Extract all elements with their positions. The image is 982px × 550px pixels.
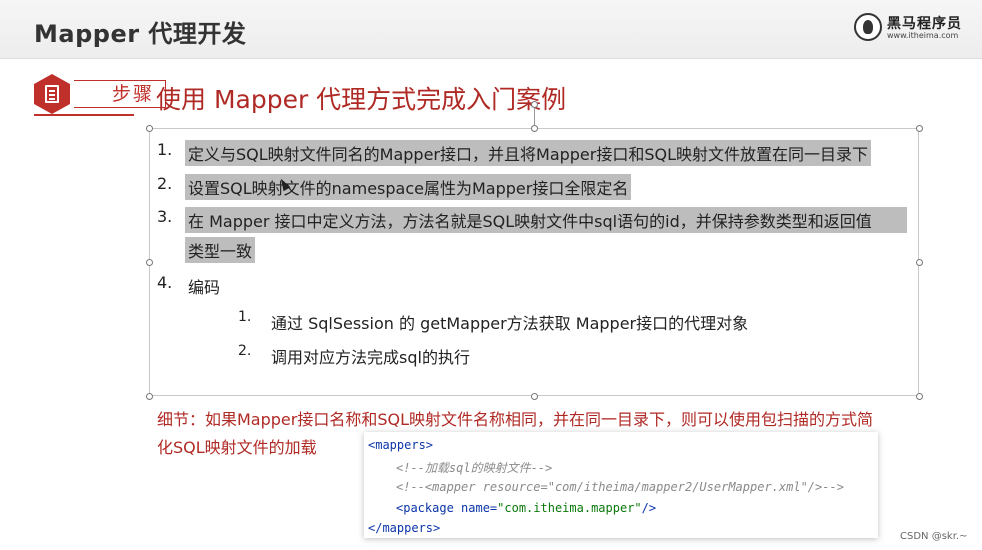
xml-attr: name= (453, 501, 498, 515)
resize-handle-bottom-left[interactable] (146, 393, 153, 400)
list-item-text: 编码 (188, 278, 221, 297)
sub-list-item-number: 1. (238, 309, 252, 325)
list-item-text: 定义与SQL映射文件同名的Mapper接口，并且将Mapper接口和SQL映射文… (185, 140, 872, 166)
text-box-selection[interactable] (149, 128, 919, 396)
resize-handle-right[interactable] (916, 259, 923, 266)
list-item-number: 1. (157, 140, 173, 159)
itheima-logo: 黑马程序员 www.itheima.com (854, 12, 964, 46)
sub-list-item-number: 2. (238, 343, 252, 359)
sub-list-item-text: 调用对应方法完成sql的执行 (271, 348, 470, 367)
resize-handle-left[interactable] (146, 259, 153, 266)
main-heading: 使用 Mapper 代理方式完成入门案例 (156, 85, 567, 114)
badge-underline (34, 114, 134, 116)
watermark: CSDN @skr.~ (900, 531, 968, 542)
step-badge: 步骤 (34, 74, 166, 114)
badge-hex (34, 74, 70, 114)
list-item-text: 类型一致 (185, 237, 256, 263)
logo-name: 黑马程序员 (887, 16, 962, 32)
code-line-close-tag: </mappers> (368, 521, 441, 535)
list-item-number: 2. (157, 174, 173, 193)
page-title: Mapper 代理开发 (34, 20, 247, 48)
logo-mark-icon (854, 13, 882, 41)
step-badge-label: 步骤 (74, 80, 166, 108)
document-icon (45, 85, 59, 103)
code-snippet: <mappers> <!--加载sql的映射文件--> <!--<mapper … (364, 432, 878, 538)
code-line-commented-mapper: <!--<mapper resource="com/itheima/mapper… (396, 480, 844, 494)
xml-string: "com.itheima.mapper" (497, 501, 642, 515)
resize-handle-bottom[interactable] (531, 393, 538, 400)
resize-handle-top-right[interactable] (916, 125, 923, 132)
list-item-number: 3. (157, 207, 173, 226)
sub-list-item-text: 通过 SqlSession 的 getMapper方法获取 Mapper接口的代… (271, 314, 749, 333)
code-line-comment: <!--加载sql的映射文件--> (396, 461, 553, 475)
logo-url: www.itheima.com (887, 31, 959, 40)
resize-handle-top[interactable] (531, 125, 538, 132)
list-item-text: 在 Mapper 接口中定义方法，方法名就是SQL映射文件中sql语句的id，并… (185, 207, 907, 233)
code-line-open-tag: <mappers> (368, 438, 434, 452)
resize-handle-bottom-right[interactable] (916, 393, 923, 400)
xml-tag-close: /> (641, 501, 657, 515)
code-line-package: <package name="com.itheima.mapper"/> (396, 501, 656, 515)
resize-handle-top-left[interactable] (146, 125, 153, 132)
list-item-text: 设置SQL映射文件的namespace属性为Mapper接口全限定名 (185, 174, 632, 200)
list-item-number: 4. (157, 273, 173, 292)
detail-note-line1: 细节：如果Mapper接口名称和SQL映射文件名称相同，并在同一目录下，则可以使… (157, 410, 874, 429)
rotation-handle[interactable] (531, 101, 538, 108)
xml-tag: <package (396, 501, 454, 515)
